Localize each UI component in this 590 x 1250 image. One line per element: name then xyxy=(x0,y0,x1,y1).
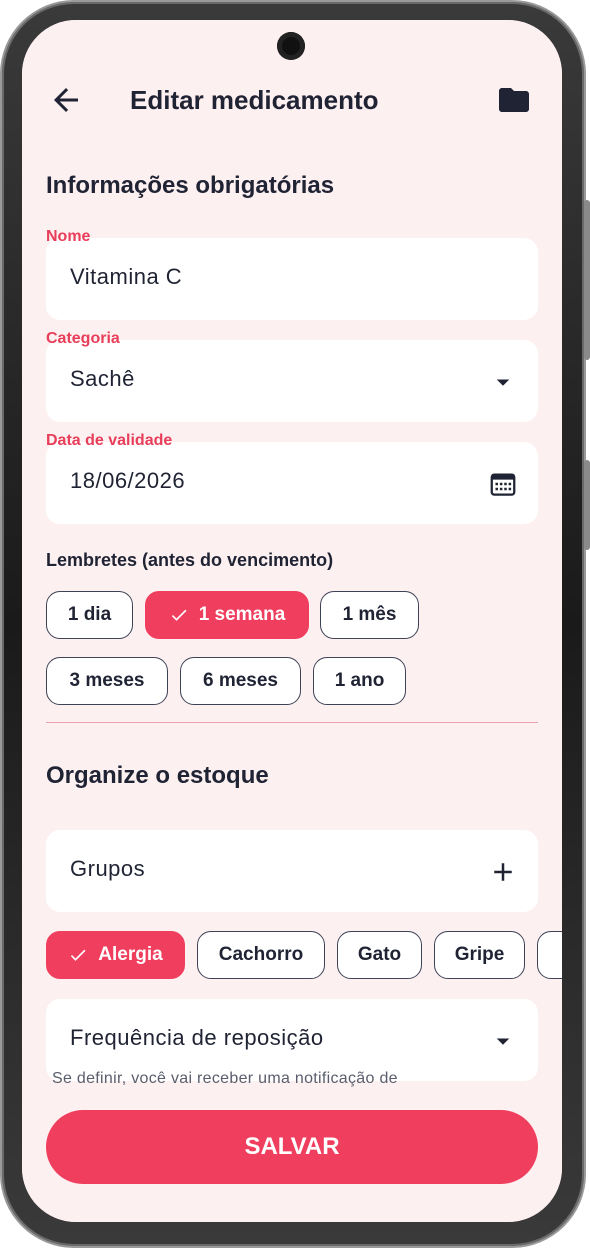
chip-label: Gripe xyxy=(454,944,505,965)
category-label: Categoria xyxy=(46,330,120,347)
groups-field[interactable]: Grupos xyxy=(46,830,538,912)
frequency-select[interactable]: Frequência de reposição xyxy=(46,999,538,1081)
group-chip-overflow[interactable] xyxy=(537,931,562,979)
category-value: Sachê xyxy=(70,366,135,391)
expiry-date-value: 18/06/2026 xyxy=(70,468,186,493)
screen: Editar medicamento Informações obrigatór… xyxy=(22,20,562,1222)
group-chip-gripe[interactable]: Gripe xyxy=(434,931,525,979)
reminder-chip-3-meses[interactable]: 3 meses xyxy=(46,657,168,705)
reminder-chip-1-ano[interactable]: 1 ano xyxy=(313,657,406,705)
chip-label: Gato xyxy=(357,944,402,965)
folder-button[interactable] xyxy=(496,82,532,118)
reminders-label: Lembretes (antes do vencimento) xyxy=(46,550,334,570)
name-field[interactable]: Vitamina C xyxy=(46,238,538,320)
arrow-back-icon xyxy=(54,88,78,112)
chip-label: Alergia xyxy=(98,944,163,965)
check-icon xyxy=(71,949,86,961)
page-title: Editar medicamento xyxy=(130,85,379,115)
expiry-date-label: Data de validade xyxy=(46,432,173,449)
section-divider xyxy=(46,722,538,723)
dropdown-arrow-icon xyxy=(496,1038,510,1045)
group-chip-alergia[interactable]: Alergia xyxy=(46,931,185,979)
required-section-title: Informações obrigatórias xyxy=(46,172,335,199)
group-chip-cachorro[interactable]: Cachorro xyxy=(197,931,325,979)
chip-label: 1 ano xyxy=(334,670,385,691)
group-chip-gato[interactable]: Gato xyxy=(337,931,422,979)
chip-label: 1 dia xyxy=(67,604,112,625)
reminder-chip-1-mes[interactable]: 1 mês xyxy=(320,591,419,639)
frequency-placeholder: Frequência de reposição xyxy=(70,1025,324,1050)
expiry-date-field[interactable]: 18/06/2026 xyxy=(46,442,538,524)
form-content[interactable]: Informações obrigatórias Vitamina C Nome… xyxy=(22,142,562,1102)
reminder-chip-1-dia[interactable]: 1 dia xyxy=(46,591,133,639)
power-button xyxy=(584,460,590,550)
chip-label: 1 mês xyxy=(342,604,397,625)
name-label: Nome xyxy=(46,228,91,245)
folder-icon xyxy=(499,88,529,112)
groups-label: Grupos xyxy=(70,856,146,881)
chip-label: 1 semana xyxy=(198,604,286,625)
stock-section-title: Organize o estoque xyxy=(46,762,269,789)
plus-icon[interactable] xyxy=(488,857,518,887)
name-value: Vitamina C xyxy=(70,264,183,289)
chip-label: 6 meses xyxy=(202,670,278,691)
dropdown-arrow-icon xyxy=(496,379,510,386)
reminder-chip-1-semana[interactable]: 1 semana xyxy=(145,591,309,639)
calendar-icon[interactable] xyxy=(488,469,518,499)
front-camera xyxy=(277,32,305,60)
reminder-chip-6-meses[interactable]: 6 meses xyxy=(180,657,301,705)
back-button[interactable] xyxy=(48,82,84,118)
chip-label: 3 meses xyxy=(69,670,145,691)
save-button[interactable]: SALVAR xyxy=(46,1110,538,1184)
category-select[interactable]: Sachê xyxy=(46,340,538,422)
check-icon xyxy=(171,609,187,621)
volume-button xyxy=(584,200,590,360)
frequency-hint: Se definir, você vai receber uma notific… xyxy=(52,1070,398,1087)
chip-label: Cachorro xyxy=(218,944,304,965)
